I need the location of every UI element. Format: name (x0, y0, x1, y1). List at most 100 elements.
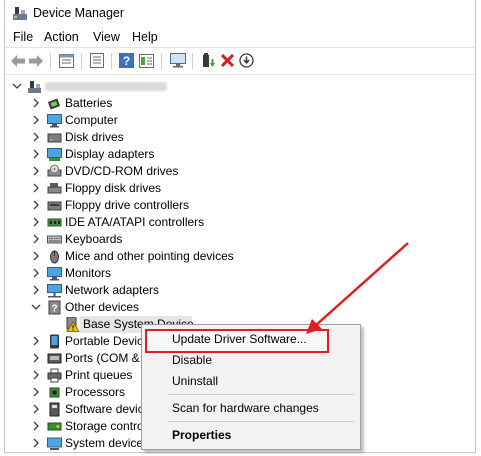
expand-chevron-icon[interactable] (31, 200, 41, 210)
uninstall-menu-item[interactable]: Uninstall (172, 374, 218, 388)
keyboard-icon (47, 232, 62, 247)
tree-item-label: Disk drives (65, 130, 124, 144)
tree-item-label: System devices (65, 436, 150, 450)
update-driver-icon[interactable] (200, 52, 217, 69)
expand-chevron-icon[interactable] (31, 234, 41, 244)
title-bar: Device Manager (5, 0, 475, 26)
tree-item-label: Monitors (65, 266, 112, 280)
expand-chevron-icon[interactable] (31, 438, 41, 448)
printer-icon (47, 368, 62, 383)
tree-item-label: Network adapters (65, 283, 160, 297)
warning-device-icon (64, 316, 80, 332)
tree-item-label: Keyboards (65, 232, 123, 246)
mouse-icon (47, 249, 62, 264)
collapse-chevron-icon[interactable] (12, 81, 22, 91)
tree-item-computer[interactable]: Computer (5, 112, 475, 129)
tree-item-dvd-cdrom[interactable]: DVD/CD-ROM drives (5, 163, 475, 180)
tree-item-display-adapters[interactable]: Display adapters (5, 146, 475, 163)
svg-text:?: ? (51, 304, 57, 315)
computer-name-redacted (45, 82, 167, 91)
tree-item-batteries[interactable]: Batteries (5, 95, 475, 112)
floppy-icon (47, 181, 62, 196)
scan-hardware-menu-item[interactable]: Scan for hardware changes (172, 401, 319, 415)
tree-item-keyboards[interactable]: Keyboards (5, 231, 475, 248)
expand-chevron-icon[interactable] (31, 217, 41, 227)
expand-chevron-icon[interactable] (31, 387, 41, 397)
expand-chevron-icon[interactable] (31, 183, 41, 193)
forward-icon[interactable] (27, 52, 44, 69)
collapse-chevron-icon[interactable] (31, 302, 41, 312)
tree-item-monitors[interactable]: Monitors (5, 265, 475, 282)
processor-icon (47, 385, 62, 400)
menu-view[interactable]: View (93, 30, 120, 44)
toolbar: ? (5, 49, 475, 73)
toolbar-separator (192, 53, 193, 69)
expand-chevron-icon[interactable] (31, 149, 41, 159)
menu-file[interactable]: File (13, 30, 33, 44)
software-icon (47, 402, 62, 417)
tree-item-label: Display adapters (65, 147, 155, 161)
tree-item-label: Mice and other pointing devices (65, 249, 234, 263)
floppy-controller-icon (47, 198, 62, 213)
expand-chevron-icon[interactable] (31, 336, 41, 346)
network-icon (47, 283, 62, 298)
ports-icon (47, 351, 62, 366)
expand-chevron-icon[interactable] (31, 132, 41, 142)
expand-chevron-icon[interactable] (31, 421, 41, 431)
tree-item-label: Floppy disk drives (65, 181, 162, 195)
menu-separator (168, 421, 354, 422)
properties-menu-item[interactable]: Properties (172, 428, 231, 442)
back-icon[interactable] (9, 52, 26, 69)
toolbar-separator (111, 53, 112, 69)
tree-item-mice[interactable]: Mice and other pointing devices (5, 248, 475, 265)
expand-chevron-icon[interactable] (31, 268, 41, 278)
tree-item-label: DVD/CD-ROM drives (65, 164, 179, 178)
tree-item-disk-drives[interactable]: Disk drives (5, 129, 475, 146)
monitor-icon (47, 266, 62, 281)
expand-chevron-icon[interactable] (31, 370, 41, 380)
details-icon[interactable] (138, 52, 155, 69)
tree-item-network-adapters[interactable]: Network adapters (5, 282, 475, 299)
help-icon[interactable]: ? (118, 52, 135, 69)
tree-item-label: Processors (65, 385, 126, 399)
window-title: Device Manager (33, 6, 125, 20)
computer-root-icon (27, 79, 42, 94)
battery-icon (47, 96, 62, 111)
monitor-icon[interactable] (169, 52, 186, 69)
tree-item-label: Batteries (65, 96, 113, 110)
tree-item-label: Computer (65, 113, 118, 127)
toolbar-separator (50, 53, 51, 69)
tree-item-label: Print queues (65, 368, 133, 382)
expand-chevron-icon[interactable] (31, 285, 41, 295)
context-menu: Update Driver Software... Disable Uninst… (141, 324, 361, 450)
tree-root-computer[interactable] (5, 78, 475, 95)
disable-menu-item[interactable]: Disable (172, 353, 212, 367)
tree-item-label: Other devices (65, 300, 140, 314)
expand-chevron-icon[interactable] (31, 98, 41, 108)
scan-download-icon[interactable] (238, 52, 255, 69)
expand-chevron-icon[interactable] (31, 166, 41, 176)
expand-chevron-icon[interactable] (31, 404, 41, 414)
expand-chevron-icon[interactable] (31, 251, 41, 261)
dvd-icon (47, 164, 62, 179)
expand-chevron-icon[interactable] (31, 353, 41, 363)
uninstall-x-icon[interactable] (219, 52, 236, 69)
tree-item-floppy-disk[interactable]: Floppy disk drives (5, 180, 475, 197)
tree-item-other-devices[interactable]: ? Other devices (5, 299, 475, 316)
other-devices-icon: ? (47, 300, 62, 315)
ide-icon (47, 215, 62, 230)
properties-grid-icon[interactable] (58, 52, 75, 69)
svg-text:?: ? (123, 54, 130, 68)
tree-item-ide-controllers[interactable]: IDE ATA/ATAPI controllers (5, 214, 475, 231)
update-driver-menu-item[interactable]: Update Driver Software... (172, 332, 307, 346)
tree-item-label: Floppy drive controllers (65, 198, 190, 212)
system-icon (47, 436, 62, 451)
menu-action[interactable]: Action (44, 30, 79, 44)
computer-icon (47, 113, 62, 128)
expand-chevron-icon[interactable] (31, 115, 41, 125)
tree-item-floppy-controllers[interactable]: Floppy drive controllers (5, 197, 475, 214)
storage-icon (47, 419, 62, 434)
tree-item-label: IDE ATA/ATAPI controllers (65, 215, 205, 229)
menu-help[interactable]: Help (132, 30, 158, 44)
list-icon[interactable] (88, 52, 105, 69)
